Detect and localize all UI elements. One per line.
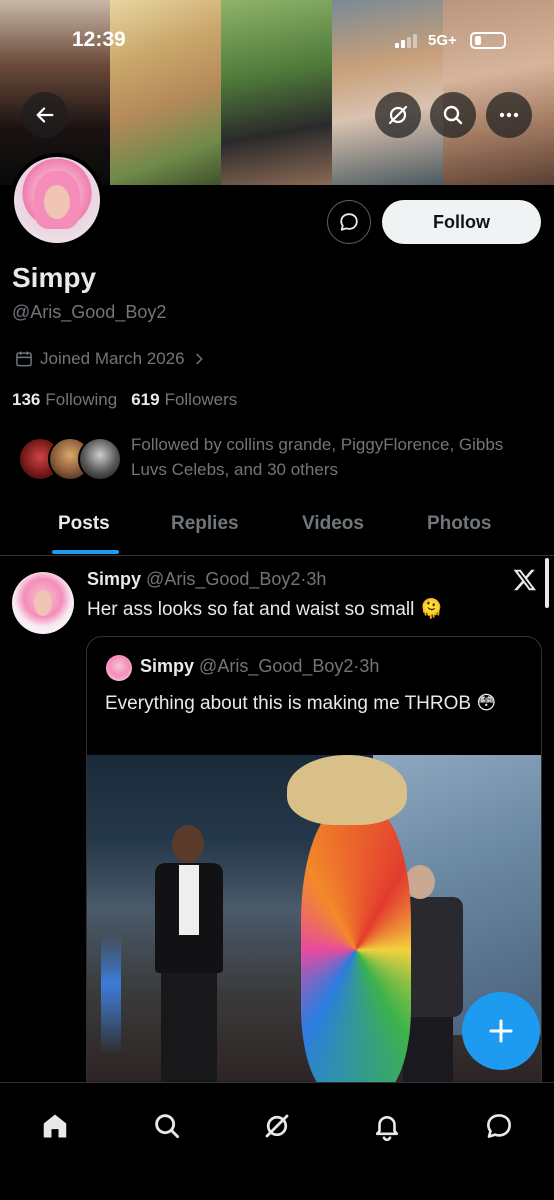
profile-handle: @Aris_Good_Boy2 (12, 302, 167, 322)
followers-label: Followers (164, 390, 238, 409)
followed-by-text[interactable]: Followed by collins grande, PiggyFlorenc… (131, 432, 543, 482)
profile-tabs: Posts Replies Videos Photos (0, 500, 554, 556)
chevron-right-icon (195, 353, 203, 365)
active-tab-indicator (52, 550, 119, 554)
x-logo-icon (513, 569, 537, 591)
nav-home[interactable] (30, 1101, 80, 1151)
more-horizontal-icon (499, 112, 519, 118)
post-text: Her ass looks so fat and waist so small … (87, 599, 444, 620)
message-icon (340, 213, 358, 231)
back-button[interactable] (22, 92, 68, 138)
display-name: Simpy (12, 262, 97, 293)
post-time[interactable]: 3h (306, 569, 326, 589)
followed-by-avatars[interactable] (18, 437, 122, 485)
post-avatar[interactable] (12, 572, 74, 634)
quote-author-handle: @Aris_Good_Boy2 (199, 656, 354, 676)
follow-button[interactable]: Follow (382, 200, 541, 244)
plus-icon (489, 1019, 513, 1043)
search-icon (443, 105, 463, 125)
tab-photos[interactable]: Photos (427, 513, 491, 535)
follow-stats: 136 Following 619 Followers (12, 390, 237, 410)
quote-author-name: Simpy (140, 656, 195, 676)
following-label: Following (45, 390, 118, 409)
video-figure (137, 825, 237, 1095)
status-time: 12:39 (72, 28, 126, 51)
search-icon (155, 1114, 180, 1139)
post-author-name[interactable]: Simpy (87, 569, 141, 589)
bell-icon (375, 1116, 399, 1141)
video-figure (287, 755, 417, 1095)
avatar (78, 437, 122, 481)
quote-avatar (106, 655, 132, 681)
messages-icon (487, 1114, 511, 1138)
grok-icon (388, 105, 408, 125)
quote-header: Simpy @Aris_Good_Boy2·3h (140, 656, 379, 677)
profile-avatar[interactable] (10, 153, 104, 247)
post-author-handle[interactable]: @Aris_Good_Boy2 (146, 569, 300, 589)
followers-count: 619 (131, 390, 160, 409)
quote-text: Everything about this is making me THROB… (105, 693, 497, 714)
nav-notifications[interactable] (362, 1101, 412, 1151)
tab-posts[interactable]: Posts (58, 513, 110, 535)
quote-time: 3h (359, 656, 380, 676)
calendar-icon (16, 351, 32, 367)
nav-grok[interactable] (252, 1101, 302, 1151)
following-count: 136 (12, 390, 41, 409)
following-link[interactable]: 136 Following (12, 390, 117, 410)
battery-icon (470, 32, 506, 49)
joined-date[interactable]: Joined March 2026 (14, 349, 207, 369)
signal-icon (395, 34, 417, 48)
grok-icon (265, 1114, 289, 1138)
joined-text: Joined March 2026 (40, 349, 185, 368)
tab-videos[interactable]: Videos (302, 513, 364, 535)
compose-button[interactable] (462, 992, 540, 1070)
message-button[interactable] (327, 200, 371, 244)
post-header: Simpy @Aris_Good_Boy2·3h (87, 569, 326, 590)
grok-button[interactable] (375, 92, 421, 138)
search-button[interactable] (430, 92, 476, 138)
home-icon (43, 1114, 67, 1138)
followers-link[interactable]: 619 Followers (131, 390, 237, 410)
bottom-navigation (0, 1082, 554, 1200)
nav-messages[interactable] (474, 1101, 524, 1151)
scrollbar[interactable] (545, 558, 549, 608)
arrow-left-icon (36, 107, 54, 123)
nav-search[interactable] (142, 1101, 192, 1151)
status-bar: 12:39 5G+ (0, 28, 554, 58)
more-button[interactable] (486, 92, 532, 138)
tab-replies[interactable]: Replies (171, 513, 239, 535)
network-type: 5G+ (428, 32, 457, 49)
